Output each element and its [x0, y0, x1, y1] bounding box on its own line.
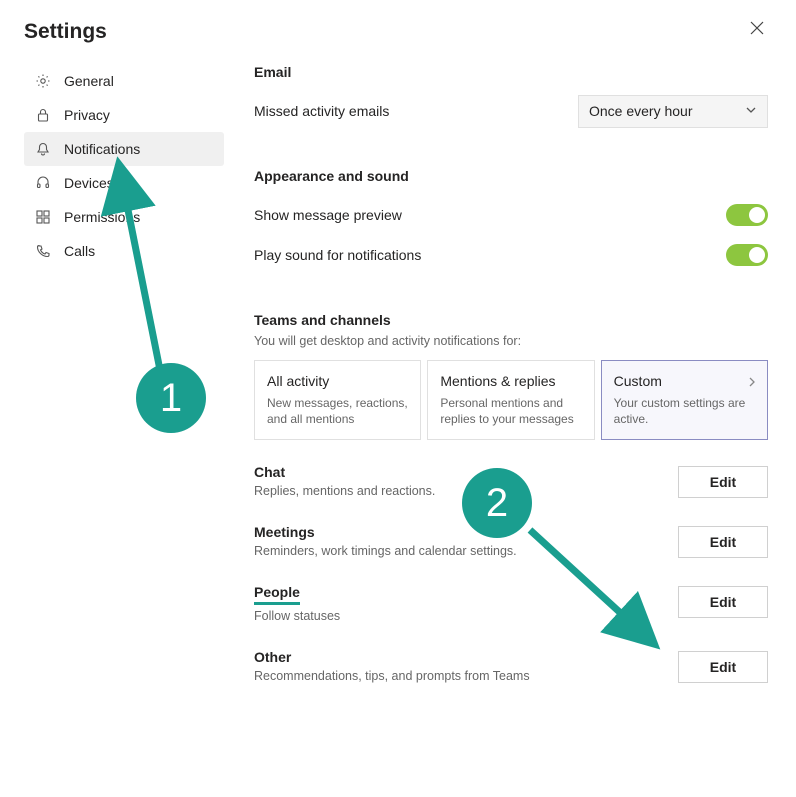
card-all-activity[interactable]: All activity New messages, reactions, an…	[254, 360, 421, 440]
gear-icon	[34, 72, 52, 90]
other-desc: Recommendations, tips, and prompts from …	[254, 669, 530, 683]
sidebar-item-privacy[interactable]: Privacy	[24, 98, 224, 132]
card-desc: New messages, reactions, and all mention…	[267, 395, 408, 427]
people-title: People	[254, 584, 300, 605]
sidebar-item-label: Notifications	[64, 141, 140, 157]
card-custom[interactable]: Custom Your custom settings are active.	[601, 360, 768, 440]
sidebar-item-label: Privacy	[64, 107, 110, 123]
dropdown-value: Once every hour	[589, 103, 693, 119]
edit-chat-button[interactable]: Edit	[678, 466, 768, 498]
preview-toggle[interactable]	[726, 204, 768, 226]
preview-label: Show message preview	[254, 207, 402, 223]
missed-emails-dropdown[interactable]: Once every hour	[578, 95, 768, 128]
chat-title: Chat	[254, 464, 285, 480]
card-desc: Personal mentions and replies to your me…	[440, 395, 581, 427]
card-title: Mentions & replies	[440, 373, 581, 389]
meetings-desc: Reminders, work timings and calendar set…	[254, 544, 517, 558]
card-mentions-replies[interactable]: Mentions & replies Personal mentions and…	[427, 360, 594, 440]
other-title: Other	[254, 649, 291, 665]
chat-desc: Replies, mentions and reactions.	[254, 484, 435, 498]
sidebar-item-label: Devices	[64, 175, 114, 191]
apps-icon	[34, 208, 52, 226]
sidebar-item-devices[interactable]: Devices	[24, 166, 224, 200]
bell-icon	[34, 140, 52, 158]
sound-label: Play sound for notifications	[254, 247, 421, 263]
card-title: All activity	[267, 373, 408, 389]
chevron-down-icon	[745, 103, 757, 119]
headset-icon	[34, 174, 52, 192]
sidebar-item-notifications[interactable]: Notifications	[24, 132, 224, 166]
sidebar-item-label: Permissions	[64, 209, 140, 225]
sidebar-item-permissions[interactable]: Permissions	[24, 200, 224, 234]
phone-icon	[34, 242, 52, 260]
missed-emails-label: Missed activity emails	[254, 103, 389, 119]
edit-meetings-button[interactable]: Edit	[678, 526, 768, 558]
people-desc: Follow statuses	[254, 609, 340, 623]
edit-people-button[interactable]: Edit	[678, 586, 768, 618]
close-button[interactable]	[746, 17, 768, 39]
card-desc: Your custom settings are active.	[614, 395, 755, 427]
sidebar-item-calls[interactable]: Calls	[24, 234, 224, 268]
page-title: Settings	[24, 20, 107, 44]
chevron-right-icon	[747, 375, 757, 391]
settings-content: Email Missed activity emails Once every …	[224, 64, 768, 683]
section-title-teams: Teams and channels	[254, 312, 768, 328]
sidebar-item-label: General	[64, 73, 114, 89]
sidebar-item-general[interactable]: General	[24, 64, 224, 98]
section-title-email: Email	[254, 64, 768, 80]
section-title-appearance: Appearance and sound	[254, 168, 768, 184]
close-icon	[750, 21, 764, 35]
teams-helper: You will get desktop and activity notifi…	[254, 334, 768, 348]
sound-toggle[interactable]	[726, 244, 768, 266]
card-title: Custom	[614, 373, 755, 389]
meetings-title: Meetings	[254, 524, 315, 540]
sidebar-item-label: Calls	[64, 243, 95, 259]
lock-icon	[34, 106, 52, 124]
sidebar: General Privacy Notifications Devices	[24, 64, 224, 683]
edit-other-button[interactable]: Edit	[678, 651, 768, 683]
